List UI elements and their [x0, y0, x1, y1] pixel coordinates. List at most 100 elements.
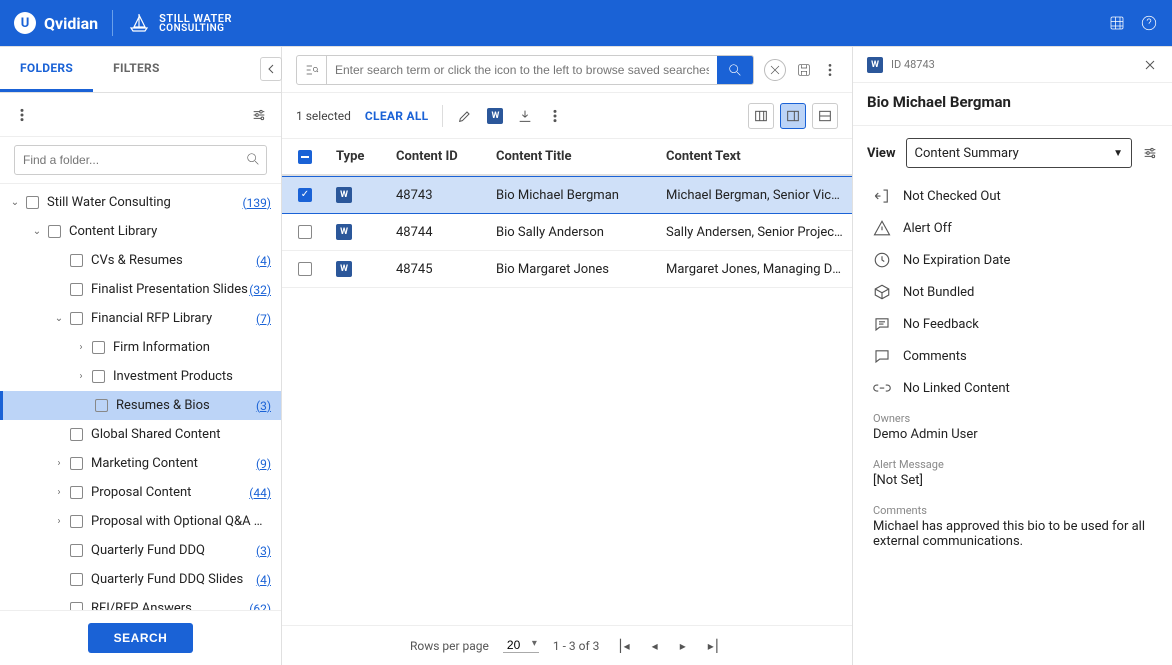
status-checkout[interactable]: Not Checked Out [853, 180, 1172, 212]
word-icon[interactable]: W [487, 108, 503, 124]
view-list-button[interactable] [812, 103, 838, 129]
tree-item-count[interactable]: (3) [256, 544, 271, 558]
status-linked[interactable]: No Linked Content [853, 372, 1172, 404]
tree-item[interactable]: ›Marketing Content(9) [0, 449, 281, 478]
tree-item-count[interactable]: (32) [249, 283, 271, 297]
col-content-text[interactable]: Content Text [658, 139, 852, 174]
clear-search-button[interactable] [764, 59, 786, 81]
sliders-icon[interactable] [251, 107, 267, 123]
select-all-checkbox[interactable] [298, 150, 312, 164]
tree-item-count[interactable]: (139) [242, 196, 271, 210]
search-submit-button[interactable] [717, 56, 753, 84]
tab-folders[interactable]: FOLDERS [0, 47, 93, 92]
tab-filters[interactable]: FILTERS [93, 47, 180, 92]
status-expiration[interactable]: No Expiration Date [853, 244, 1172, 276]
row-checkbox[interactable] [298, 262, 312, 276]
view-detail-button[interactable] [780, 103, 806, 129]
tree-item[interactable]: ⌄Still Water Consulting(139) [0, 188, 281, 217]
close-icon[interactable] [1142, 57, 1158, 73]
tree-checkbox[interactable] [48, 225, 61, 238]
chevron-down-icon[interactable]: ⌄ [8, 197, 22, 208]
tree-checkbox[interactable] [95, 399, 108, 412]
status-alert[interactable]: Alert Off [853, 212, 1172, 244]
tree-item-count[interactable]: (4) [256, 573, 271, 587]
rows-icon [817, 108, 833, 124]
tree-checkbox[interactable] [70, 312, 83, 325]
folder-search-input[interactable] [14, 145, 267, 175]
clear-all-button[interactable]: CLEAR ALL [365, 109, 429, 123]
chevron-right-icon[interactable]: › [74, 342, 88, 353]
save-icon[interactable] [796, 62, 812, 78]
status-bundle[interactable]: Not Bundled [853, 276, 1172, 308]
tree-checkbox[interactable] [70, 457, 83, 470]
tree-checkbox[interactable] [70, 254, 83, 267]
tree-checkbox[interactable] [70, 283, 83, 296]
chevron-down-icon[interactable]: ⌄ [30, 226, 44, 237]
page-next-button[interactable]: ▸ [676, 639, 690, 653]
tree-item-count[interactable]: (7) [256, 312, 271, 326]
chevron-right-icon[interactable]: › [52, 487, 66, 498]
tree-item[interactable]: Finalist Presentation Slides(32) [0, 275, 281, 304]
more-vertical-icon[interactable] [547, 108, 563, 124]
page-first-button[interactable]: ⎮◂ [613, 639, 633, 653]
tree-item[interactable]: Resumes & Bios(3) [0, 391, 281, 420]
search-button[interactable]: SEARCH [88, 623, 194, 653]
sliders-icon[interactable] [1142, 145, 1158, 161]
tree-item[interactable]: CVs & Resumes(4) [0, 246, 281, 275]
col-content-id[interactable]: Content ID [388, 139, 488, 174]
download-icon[interactable] [517, 108, 533, 124]
tree-checkbox[interactable] [70, 573, 83, 586]
table-row[interactable]: W48745Bio Margaret JonesMargaret Jones, … [282, 251, 852, 288]
row-checkbox[interactable] [298, 188, 312, 202]
tree-item[interactable]: ›Proposal with Optional Q&A Doc Type [0, 507, 281, 536]
rows-per-page-select[interactable]: 20 [503, 638, 539, 653]
saved-searches-button[interactable] [297, 56, 327, 84]
tree-checkbox[interactable] [70, 515, 83, 528]
chevron-down-icon[interactable]: ⌄ [52, 313, 66, 324]
view-select[interactable]: Content Summary ▼ [906, 138, 1132, 168]
chevron-right-icon[interactable]: › [52, 458, 66, 469]
tree-item-count[interactable]: (44) [249, 486, 271, 500]
view-columns-button[interactable] [748, 103, 774, 129]
more-vertical-icon[interactable] [822, 62, 838, 78]
tree-item[interactable]: Quarterly Fund DDQ Slides(4) [0, 565, 281, 594]
page-prev-button[interactable]: ◂ [648, 639, 662, 653]
table-row[interactable]: W48743Bio Michael BergmanMichael Bergman… [282, 176, 852, 214]
tree-item[interactable]: Global Shared Content [0, 420, 281, 449]
tree-item[interactable]: ›Investment Products [0, 362, 281, 391]
status-feedback[interactable]: No Feedback [853, 308, 1172, 340]
tree-item[interactable]: RFI/RFP Answers(62) [0, 594, 281, 610]
tree-item-count[interactable]: (62) [249, 602, 271, 611]
page-last-button[interactable]: ▸⎮ [704, 639, 724, 653]
help-icon[interactable] [1140, 14, 1158, 32]
search-icon[interactable] [245, 151, 261, 167]
tree-item[interactable]: ›Firm Information [0, 333, 281, 362]
row-checkbox[interactable] [298, 225, 312, 239]
tree-item[interactable]: ›Proposal Content(44) [0, 478, 281, 507]
tree-item-count[interactable]: (3) [256, 399, 271, 413]
tree-item[interactable]: Quarterly Fund DDQ(3) [0, 536, 281, 565]
more-vertical-icon[interactable] [14, 107, 30, 123]
col-content-title[interactable]: Content Title [488, 139, 658, 174]
tree-checkbox[interactable] [70, 428, 83, 441]
tree-checkbox[interactable] [70, 544, 83, 557]
global-search-input[interactable] [327, 56, 717, 84]
tree-item[interactable]: ⌄Content Library [0, 217, 281, 246]
chevron-right-icon[interactable]: › [74, 371, 88, 382]
table-row[interactable]: W48744Bio Sally AndersonSally Andersen, … [282, 214, 852, 251]
tree-item-count[interactable]: (9) [256, 457, 271, 471]
tree-checkbox[interactable] [26, 196, 39, 209]
tree-checkbox[interactable] [70, 602, 83, 610]
grid-icon[interactable] [1108, 14, 1126, 32]
sidebar-collapse-button[interactable] [260, 57, 282, 81]
tree-checkbox[interactable] [92, 370, 105, 383]
col-type[interactable]: Type [328, 139, 388, 174]
tree-checkbox[interactable] [70, 486, 83, 499]
tree-item[interactable]: ⌄Financial RFP Library(7) [0, 304, 281, 333]
tree-item-count[interactable]: (4) [256, 254, 271, 268]
columns-icon [753, 108, 769, 124]
chevron-right-icon[interactable]: › [52, 516, 66, 527]
status-comments[interactable]: Comments [853, 340, 1172, 372]
tree-checkbox[interactable] [92, 341, 105, 354]
edit-icon[interactable] [457, 108, 473, 124]
